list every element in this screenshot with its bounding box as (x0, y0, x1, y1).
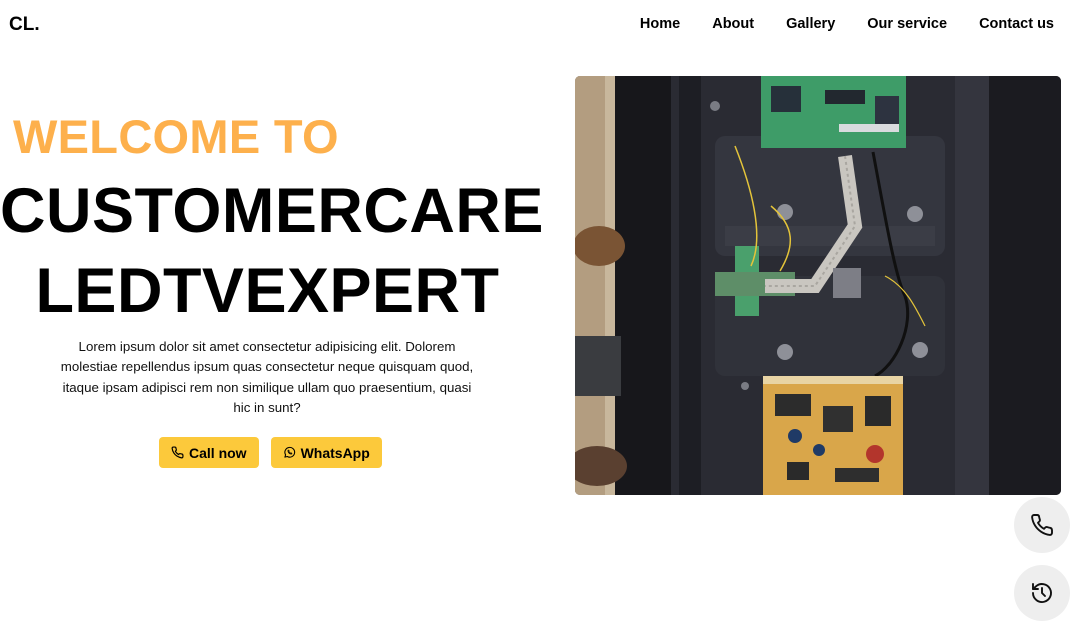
nav-about[interactable]: About (712, 16, 754, 32)
hero-tv-repair-photo (575, 76, 1061, 495)
hero-title-line2: LEDTVEXPERT (35, 256, 500, 326)
nav-home[interactable]: Home (640, 16, 680, 32)
phone-icon (1031, 514, 1053, 536)
history-icon (1032, 583, 1052, 603)
nav-menu: Home About Gallery Our service Contact u… (640, 16, 1054, 32)
call-now-button[interactable]: Call now (159, 437, 259, 468)
brand-logo[interactable]: CL. (9, 14, 40, 36)
whatsapp-label: WhatsApp (300, 444, 370, 461)
nav-our-service[interactable]: Our service (867, 16, 947, 32)
hero-buttons: Call now WhatsApp (159, 437, 382, 468)
whatsapp-icon (283, 446, 295, 458)
hero-title-line1: CUSTOMERCARE (0, 176, 544, 246)
call-now-label: Call now (189, 444, 247, 461)
floating-history-button[interactable] (1014, 565, 1070, 621)
navbar: CL. Home About Gallery Our service Conta… (0, 0, 1076, 50)
whatsapp-button[interactable]: WhatsApp (270, 437, 382, 468)
nav-contact-us[interactable]: Contact us (979, 16, 1054, 32)
floating-call-button[interactable] (1014, 497, 1070, 553)
hero-title: CUSTOMERCARE LEDTVEXPERT (0, 171, 544, 331)
welcome-heading: WELCOME TO (13, 110, 339, 163)
hero-description: Lorem ipsum dolor sit amet consectetur a… (60, 339, 474, 415)
phone-icon (171, 446, 184, 459)
nav-gallery[interactable]: Gallery (786, 16, 835, 32)
